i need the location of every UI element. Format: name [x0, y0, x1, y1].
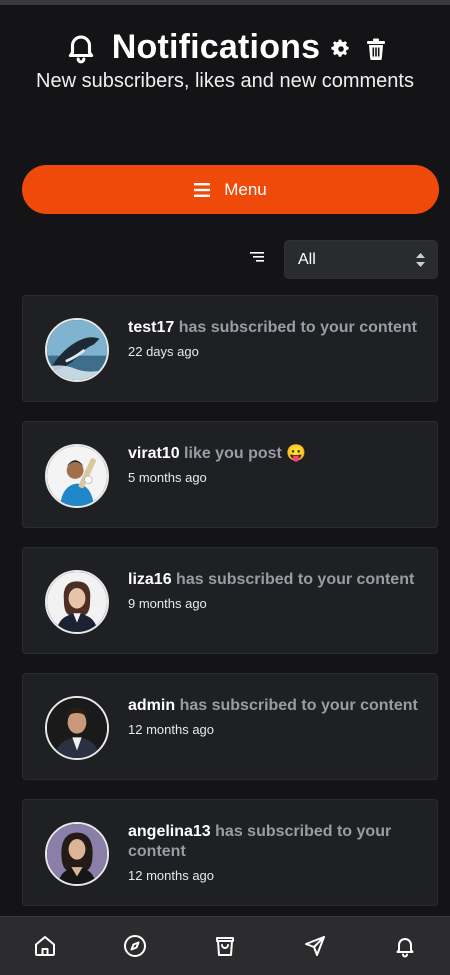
page-subtitle: New subscribers, likes and new comments — [36, 70, 414, 92]
bell-icon — [396, 938, 414, 958]
select-arrows-icon — [416, 253, 425, 267]
compass-icon — [124, 935, 146, 957]
notification-action: has subscribed to your content — [176, 571, 415, 588]
bottom-navigation — [0, 916, 450, 975]
man-portrait-photo — [47, 698, 107, 758]
home-icon — [35, 936, 55, 956]
menu-button[interactable]: Menu — [22, 165, 439, 214]
notification-user[interactable]: angelina13 — [128, 823, 211, 840]
notification-card[interactable]: virat10 like you post 😛 5 months ago — [22, 421, 438, 528]
notification-text: virat10 like you post 😛 5 months ago — [128, 444, 418, 485]
notifications-page: Notifications New subscribers, likes and… — [0, 0, 450, 975]
notification-time: 9 months ago — [128, 596, 207, 611]
notification-card[interactable]: test17 has subscribed to your content 22… — [22, 295, 438, 402]
filter-row: All — [0, 240, 450, 279]
nav-messages[interactable] — [302, 933, 328, 959]
gear-icon[interactable] — [330, 38, 352, 60]
notification-user[interactable]: test17 — [128, 319, 174, 336]
notification-time: 12 months ago — [128, 722, 215, 737]
notification-action: like you post 😛 — [184, 445, 307, 462]
notification-time: 12 months ago — [128, 868, 215, 883]
nav-explore[interactable] — [122, 933, 148, 959]
avatar[interactable] — [45, 570, 109, 634]
notification-message: angelina13 has subscribed to your conten… — [128, 822, 418, 862]
notification-user[interactable]: virat10 — [128, 445, 180, 462]
nav-home[interactable] — [32, 933, 58, 959]
send-icon — [305, 936, 325, 956]
title-row: Notifications — [0, 26, 450, 68]
notification-message: test17 has subscribed to your content — [128, 318, 418, 338]
notification-card[interactable]: admin has subscribed to your content 12 … — [22, 673, 438, 780]
notification-card[interactable]: angelina13 has subscribed to your conten… — [22, 799, 438, 906]
top-strip — [0, 0, 450, 5]
notification-user[interactable]: liza16 — [128, 571, 172, 588]
filter-select[interactable]: All — [284, 240, 438, 279]
trash-icon[interactable] — [366, 38, 386, 60]
notification-text: test17 has subscribed to your content 22… — [128, 318, 418, 359]
filter-select-value: All — [298, 250, 316, 268]
avatar[interactable] — [45, 696, 109, 760]
avatar[interactable] — [45, 444, 109, 508]
page-header: Notifications New subscribers, likes and… — [0, 26, 450, 93]
notification-card[interactable]: liza16 has subscribed to your content 9 … — [22, 547, 438, 654]
bell-icon — [68, 35, 93, 64]
notification-message: admin has subscribed to your content — [128, 696, 418, 716]
notification-text: angelina13 has subscribed to your conten… — [128, 822, 418, 883]
notification-action: has subscribed to your content — [178, 319, 417, 336]
whale-photo — [47, 320, 107, 380]
shopping-bag-icon — [216, 937, 234, 956]
notification-text: admin has subscribed to your content 12 … — [128, 696, 418, 737]
woman-portrait-photo — [47, 824, 107, 884]
woman-portrait-photo — [47, 572, 107, 632]
notification-time: 22 days ago — [128, 344, 199, 359]
nav-shop[interactable] — [212, 933, 238, 959]
hamburger-icon — [194, 182, 211, 197]
notification-message: liza16 has subscribed to your content — [128, 570, 418, 590]
notification-user[interactable]: admin — [128, 697, 175, 714]
page-title: Notifications — [111, 27, 321, 66]
menu-button-label: Menu — [224, 179, 267, 199]
avatar[interactable] — [45, 822, 109, 886]
notification-time: 5 months ago — [128, 470, 207, 485]
filter-icon[interactable] — [250, 252, 264, 262]
nav-notifications[interactable] — [392, 933, 418, 959]
notification-message: virat10 like you post 😛 — [128, 444, 418, 464]
notification-action: has subscribed to your content — [179, 697, 418, 714]
avatar[interactable] — [45, 318, 109, 382]
notification-text: liza16 has subscribed to your content 9 … — [128, 570, 418, 611]
cricketer-photo — [47, 446, 107, 506]
